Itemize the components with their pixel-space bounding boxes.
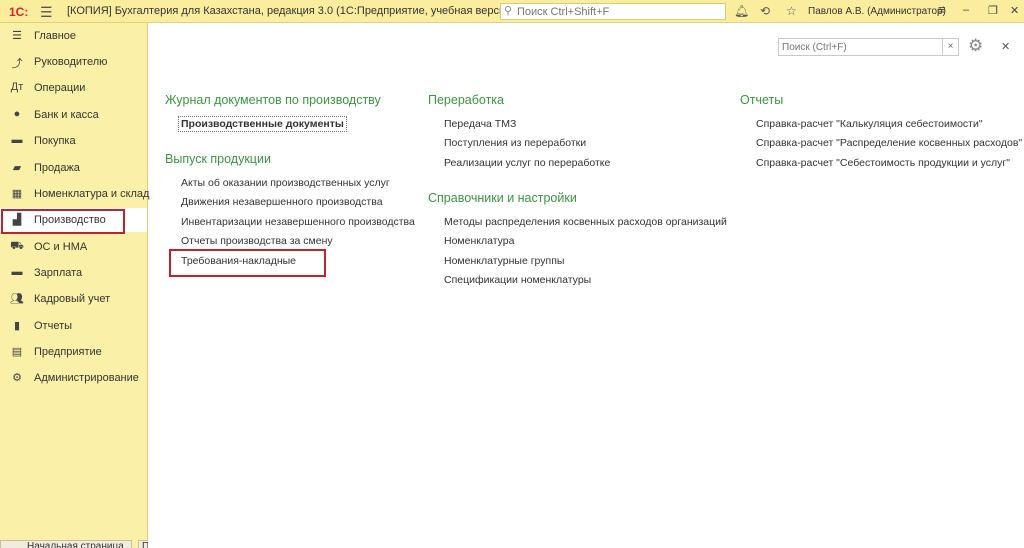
- link-wip-movements[interactable]: Движения незавершенного производства: [181, 196, 383, 208]
- grid-icon: ▦: [11, 188, 23, 200]
- salary-icon: ▬: [11, 266, 23, 278]
- link-shift-reports[interactable]: Отчеты производства за смену: [181, 235, 333, 247]
- sidebar-item-label: Руководителю: [34, 56, 108, 68]
- search-icon: ⚲: [504, 5, 513, 17]
- link-production-documents[interactable]: Производственные документы: [178, 116, 347, 132]
- app-logo: 1С:: [9, 5, 29, 19]
- global-search[interactable]: ⚲: [500, 3, 726, 20]
- sidebar-item-label: Операции: [34, 82, 86, 94]
- link-nomenclature[interactable]: Номенклатура: [444, 235, 514, 247]
- close-section-button[interactable]: ✕: [1001, 40, 1010, 53]
- sidebar-item-label: Банк и касса: [34, 109, 99, 121]
- tab-home-page[interactable]: Начальная страница: [0, 540, 132, 548]
- sidebar-item-label: Зарплата: [34, 267, 83, 279]
- sidebar-item-label: Главное: [34, 30, 77, 42]
- open-windows-tabs: Начальная страница П: [0, 538, 148, 548]
- restore-button[interactable]: ❐: [988, 4, 998, 17]
- link-nomenclature-groups[interactable]: Номенклатурные группы: [444, 255, 564, 267]
- sections-sidebar: ☰ Главное ⤴ Руководителю Дт Операции ● Б…: [0, 23, 150, 548]
- link-processing-services[interactable]: Реализации услуг по переработке: [444, 157, 610, 169]
- sidebar-item-hr[interactable]: 👥︎ Кадровый учет: [0, 287, 147, 311]
- section-title-catalogs: Справочники и настройки: [428, 191, 577, 205]
- sidebar-item-label: Кадровый учет: [34, 293, 111, 305]
- app-title: [КОПИЯ] Бухгалтерия для Казахстана, реда…: [67, 5, 515, 17]
- sidebar-item-label: Предприятие: [34, 346, 102, 358]
- sidebar-item-reports[interactable]: ▮ Отчеты: [0, 314, 147, 338]
- sidebar-item-label: Администрирование: [34, 372, 139, 384]
- link-service-acts[interactable]: Акты об оказании производственных услуг: [181, 177, 390, 189]
- sidebar-item-label: Покупка: [34, 135, 76, 147]
- sidebar-item-label: Номенклатура и склад: [34, 188, 150, 200]
- bar-chart-icon: ▮: [13, 320, 21, 332]
- sidebar-item-salary[interactable]: ▬ Зарплата: [0, 261, 147, 285]
- history-icon[interactable]: ⟲: [760, 4, 770, 18]
- link-processing-receipts[interactable]: Поступления из переработки: [444, 137, 586, 149]
- truck-icon: ⛟: [10, 240, 24, 252]
- cart-icon: ▬: [11, 134, 23, 146]
- hamburger-menu-icon[interactable]: ☰: [40, 4, 53, 21]
- section-title-output: Выпуск продукции: [165, 152, 271, 166]
- close-window-button[interactable]: ✕: [1010, 4, 1019, 17]
- settings-menu-icon[interactable]: ≡: [938, 2, 946, 17]
- list-icon: ☰: [12, 30, 22, 42]
- tab-other[interactable]: П: [138, 540, 148, 548]
- link-tmz-transfer[interactable]: Передача ТМЗ: [444, 118, 516, 130]
- sidebar-item-label: Отчеты: [34, 320, 73, 332]
- favorites-star-icon[interactable]: ☆: [786, 4, 797, 18]
- highlight-frame: [1, 209, 125, 234]
- sidebar-item-operations[interactable]: Дт Операции: [0, 76, 147, 100]
- section-title-journal: Журнал документов по производству: [165, 93, 381, 107]
- main-content: × ⚙ ✕ Журнал документов по производству …: [148, 23, 1024, 548]
- link-label: Производственные документы: [178, 116, 347, 132]
- section-search-input[interactable]: [782, 41, 932, 53]
- notifications-bell-icon[interactable]: 🔔︎: [734, 4, 749, 18]
- sidebar-item-enterprise[interactable]: ▤ Предприятие: [0, 340, 147, 364]
- sidebar-item-inventory[interactable]: ▦ Номенклатура и склад: [0, 182, 150, 206]
- sidebar-item-sale[interactable]: ▰ Продажа: [0, 156, 147, 180]
- link-specifications[interactable]: Спецификации номенклатуры: [444, 274, 591, 286]
- sidebar-item-fixed-assets[interactable]: ⛟ ОС и НМА: [0, 235, 147, 259]
- sidebar-item-label: Продажа: [34, 162, 80, 174]
- link-indirect-costs-report[interactable]: Справка-расчет "Распределение косвенных …: [756, 137, 1022, 149]
- global-search-input[interactable]: [517, 5, 722, 18]
- link-product-cost-report[interactable]: Справка-расчет "Себестоимость продукции …: [756, 157, 1010, 169]
- gear-icon: ⚙: [12, 372, 22, 384]
- minimize-button[interactable]: ‒: [963, 4, 969, 16]
- sidebar-item-bank[interactable]: ● Банк и касса: [0, 103, 147, 127]
- building-icon: ▤: [11, 346, 23, 358]
- link-wip-inventory[interactable]: Инвентаризации незавершенного производст…: [181, 216, 415, 228]
- trend-icon: ⤴: [11, 58, 23, 70]
- sidebar-item-administration[interactable]: ⚙ Администрирование: [0, 366, 147, 390]
- sidebar-item-management[interactable]: ⤴ Руководителю: [0, 50, 147, 74]
- people-icon: 👥︎: [10, 293, 24, 305]
- coin-icon: ●: [13, 108, 21, 120]
- section-title-processing: Переработка: [428, 93, 505, 107]
- link-costing-report[interactable]: Справка-расчет "Калькуляция себестоимост…: [756, 118, 983, 130]
- current-user[interactable]: Павлов А.В. (Администратор): [808, 6, 946, 17]
- section-search[interactable]: ×: [778, 38, 959, 56]
- operations-icon: Дт: [10, 81, 24, 93]
- clear-search-button[interactable]: ×: [942, 39, 958, 55]
- section-title-reports: Отчеты: [740, 93, 784, 107]
- sale-icon: ▰: [12, 162, 22, 174]
- settings-gear-icon[interactable]: ⚙: [968, 36, 983, 56]
- sidebar-item-label: ОС и НМА: [34, 241, 88, 253]
- sidebar-item-main[interactable]: ☰ Главное: [0, 24, 147, 48]
- sidebar-item-purchase[interactable]: ▬ Покупка: [0, 129, 147, 153]
- link-distribution-methods[interactable]: Методы распределения косвенных расходов …: [444, 216, 727, 228]
- highlight-frame: [169, 249, 326, 277]
- title-bar: 1С: ☰ [КОПИЯ] Бухгалтерия для Казахстана…: [0, 0, 1024, 23]
